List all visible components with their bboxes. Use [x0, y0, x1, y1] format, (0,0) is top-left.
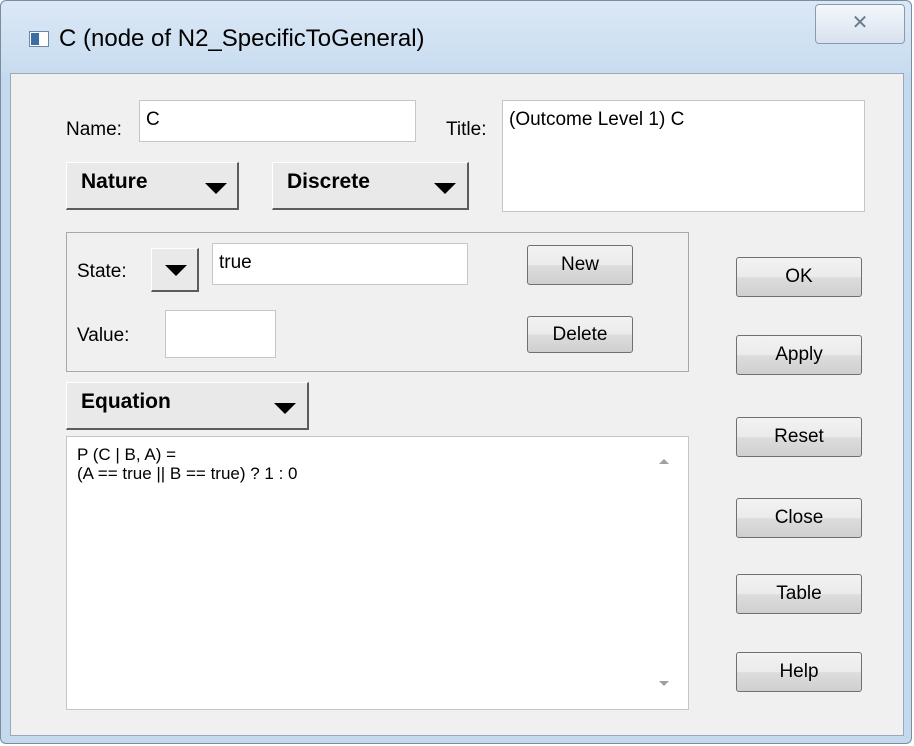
value-label: Value: [77, 325, 130, 346]
title-input[interactable]: (Outcome Level 1) C [502, 100, 865, 212]
dialog-window: C (node of N2_SpecificToGeneral) ✕ Name:… [0, 0, 912, 744]
close-button[interactable]: Close [736, 498, 862, 538]
equation-dropdown[interactable]: Equation [66, 382, 309, 430]
state-label: State: [77, 261, 127, 282]
value-input[interactable] [165, 310, 276, 358]
reset-button[interactable]: Reset [736, 417, 862, 457]
equation-line: (A == true || B == true) ? 1 : 0 [77, 464, 298, 483]
close-window-button[interactable]: ✕ [815, 4, 905, 44]
discrete-dropdown-label: Discrete [287, 170, 370, 193]
equation-line: P (C | B, A) = [77, 445, 177, 464]
nature-dropdown[interactable]: Nature [66, 162, 239, 210]
name-label: Name: [66, 119, 122, 140]
app-icon [29, 31, 49, 47]
chevron-down-icon [434, 183, 456, 194]
window-title: C (node of N2_SpecificToGeneral) [59, 25, 425, 52]
equation-dropdown-label: Equation [81, 390, 171, 413]
scroll-down-icon[interactable] [659, 681, 669, 686]
table-button[interactable]: Table [736, 574, 862, 614]
chevron-down-icon [205, 183, 227, 194]
nature-dropdown-label: Nature [81, 170, 148, 193]
title-bar: C (node of N2_SpecificToGeneral) ✕ [1, 1, 911, 73]
chevron-down-icon [165, 265, 187, 276]
delete-state-button[interactable]: Delete [527, 316, 633, 353]
dialog-client: Name: C Title: (Outcome Level 1) C Natur… [10, 73, 904, 736]
new-state-button[interactable]: New [527, 245, 633, 285]
scroll-up-icon[interactable] [659, 459, 669, 464]
equation-textarea[interactable]: P (C | B, A) = (A == true || B == true) … [66, 436, 689, 710]
close-icon: ✕ [851, 12, 869, 34]
state-dropdown-button[interactable] [151, 248, 199, 292]
chevron-down-icon [274, 403, 296, 414]
title-label: Title: [446, 119, 487, 140]
state-group: State: true New Value: Delete [66, 232, 689, 372]
ok-button[interactable]: OK [736, 257, 862, 297]
help-button[interactable]: Help [736, 652, 862, 692]
vertical-scrollbar[interactable] [643, 445, 683, 703]
discrete-dropdown[interactable]: Discrete [272, 162, 469, 210]
name-input[interactable]: C [139, 100, 416, 142]
state-input[interactable]: true [212, 243, 468, 285]
apply-button[interactable]: Apply [736, 335, 862, 375]
